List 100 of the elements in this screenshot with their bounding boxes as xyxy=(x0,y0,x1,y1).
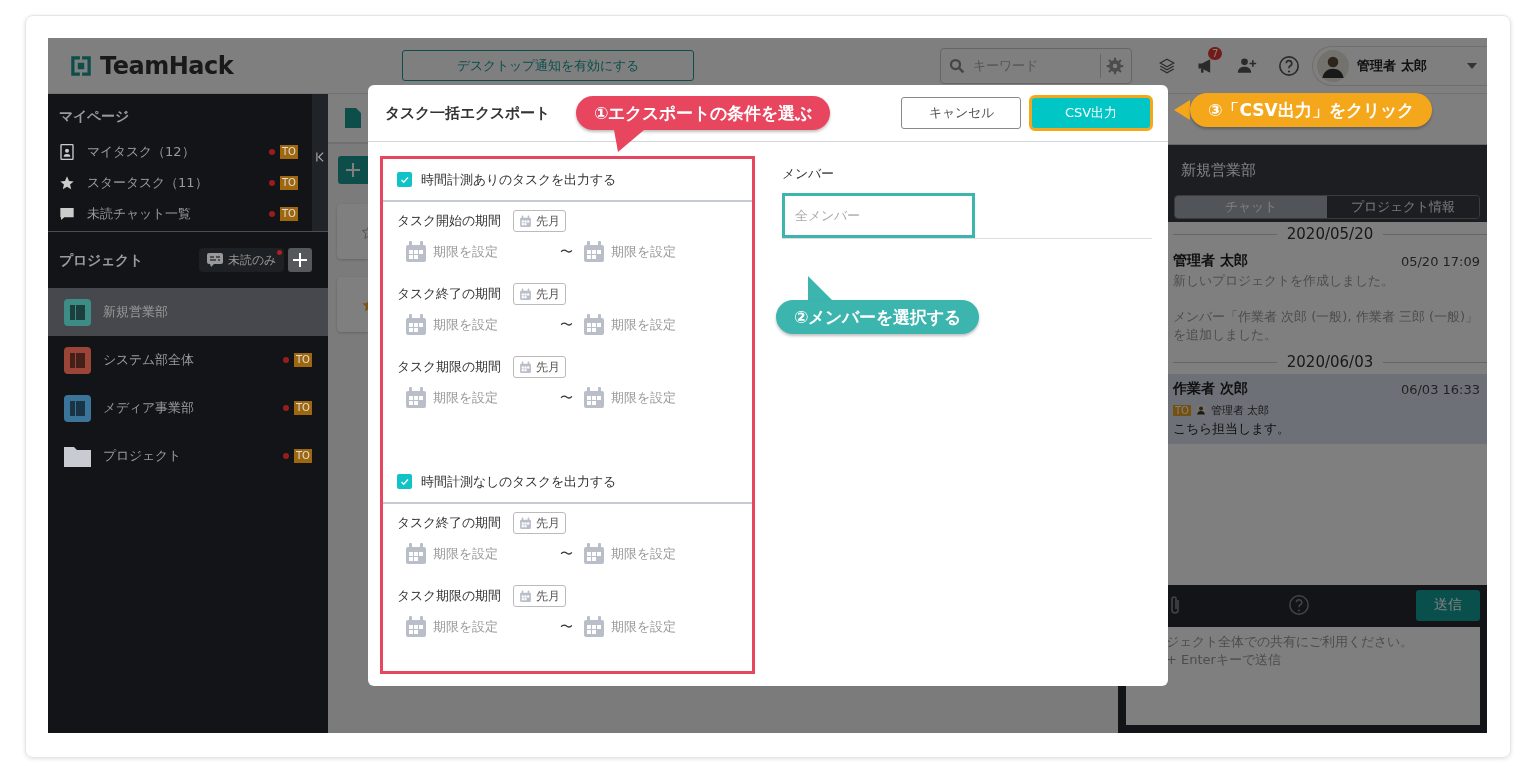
period-label: タスク開始の期間 xyxy=(397,212,501,230)
help-icon xyxy=(1288,594,1310,616)
date-picker[interactable]: 期限を設定 xyxy=(404,386,560,410)
cancel-button[interactable]: キャンセル xyxy=(901,97,1021,129)
to-badge: TO xyxy=(294,449,312,463)
logo: TeamHack xyxy=(100,51,234,80)
checkbox[interactable] xyxy=(397,172,412,187)
person-document-icon xyxy=(59,143,75,160)
calendar-icon xyxy=(519,516,532,530)
project-item[interactable]: 新規営業部 xyxy=(48,288,328,336)
sidebar-item[interactable]: スタータスク（11） TO xyxy=(48,167,312,198)
calendar-icon xyxy=(404,313,428,337)
project-item[interactable]: システム部全体 TO xyxy=(48,336,328,384)
calendar-icon xyxy=(582,615,606,639)
chat-filter-icon xyxy=(207,253,223,267)
author-name: 管理者 太郎 xyxy=(1173,252,1248,270)
to-badge: TO xyxy=(280,175,298,190)
date-picker[interactable]: 期限を設定 xyxy=(404,615,560,639)
message-time: 05/20 17:09 xyxy=(1400,253,1480,269)
calendar-icon xyxy=(519,589,532,603)
calendar-icon xyxy=(582,313,606,337)
star-icon xyxy=(59,174,75,191)
caret-icon xyxy=(1467,62,1477,69)
preset-button[interactable]: 先月 xyxy=(513,512,566,534)
dialog-title: タスク一括エクスポート xyxy=(385,103,550,123)
checkbox-label: 時間計測ありのタスクを出力する xyxy=(421,170,616,189)
author-name: 作業者 次郎 xyxy=(1173,380,1248,398)
sidebar-item[interactable]: マイタスク（12） TO xyxy=(48,136,312,167)
sidebar-item[interactable]: 未読チャット一覧 TO xyxy=(48,198,312,229)
plus-icon xyxy=(293,253,307,267)
to-badge: TO xyxy=(294,401,312,415)
project-name: 新規営業部 xyxy=(1181,160,1256,181)
message-text: こちら担当します。 xyxy=(1173,420,1291,438)
avatar-icon xyxy=(1195,404,1207,416)
date-picker[interactable]: 期限を設定 xyxy=(582,542,676,566)
paperclip-icon xyxy=(1168,595,1182,615)
calendar-icon xyxy=(404,386,428,410)
collapse-icon xyxy=(316,152,324,162)
period-label: タスク期限の期間 xyxy=(397,358,501,376)
period-label: タスク期限の期間 xyxy=(397,587,501,605)
project-item[interactable]: メディア事業部 TO xyxy=(48,384,328,432)
range-separator: 〜 xyxy=(560,243,574,261)
preset-button[interactable]: 先月 xyxy=(513,283,566,305)
help-icon xyxy=(1278,54,1301,77)
calendar-icon xyxy=(404,615,428,639)
calendar-icon xyxy=(582,386,606,410)
avatar-icon xyxy=(1317,49,1350,82)
chat-icon xyxy=(59,205,75,222)
add-task-button[interactable] xyxy=(338,156,368,184)
field-label: メンバー xyxy=(782,165,834,183)
to-badge: TO xyxy=(280,206,298,221)
date-divider: 2020/05/20 xyxy=(1286,225,1374,243)
date-picker[interactable]: 期限を設定 xyxy=(582,313,676,337)
date-picker[interactable]: 期限を設定 xyxy=(582,386,676,410)
member-field[interactable]: 全メンバー xyxy=(782,193,975,238)
to-badge: TO xyxy=(294,353,312,367)
document-icon xyxy=(345,108,361,128)
date-divider: 2020/06/03 xyxy=(1286,353,1374,371)
checkbox-label: 時間計測なしのタスクを出力する xyxy=(421,472,616,491)
section-title: プロジェクト xyxy=(59,251,143,270)
mention-name: 管理者 太郎 xyxy=(1211,402,1270,418)
unread-filter-button[interactable]: 未読のみ xyxy=(199,248,284,272)
calendar-icon xyxy=(404,240,428,264)
settings-icon xyxy=(1106,56,1125,75)
callout-pointer xyxy=(1174,100,1190,120)
range-separator: 〜 xyxy=(560,618,574,636)
folder-icon xyxy=(64,445,91,467)
section-title: マイページ xyxy=(58,107,129,126)
callout-pointer xyxy=(614,130,644,152)
period-label: タスク終了の期間 xyxy=(397,514,501,532)
task-card[interactable] xyxy=(337,277,368,332)
to-badge: TO xyxy=(1173,404,1191,416)
notification-button[interactable]: デスクトップ通知を有効にする xyxy=(402,50,695,81)
calendar-icon xyxy=(582,542,606,566)
date-picker[interactable]: 期限を設定 xyxy=(404,542,560,566)
add-project-button[interactable] xyxy=(288,248,312,272)
search-icon xyxy=(948,56,967,75)
calendar-icon xyxy=(519,287,532,301)
date-picker[interactable]: 期限を設定 xyxy=(404,313,560,337)
project-item[interactable]: プロジェクト TO xyxy=(48,432,328,480)
date-picker[interactable]: 期限を設定 xyxy=(404,240,560,264)
layers-icon xyxy=(1158,56,1177,75)
calendar-icon xyxy=(519,214,532,228)
preset-button[interactable]: 先月 xyxy=(513,356,566,378)
preset-button[interactable]: 先月 xyxy=(513,210,566,232)
period-label: タスク終了の期間 xyxy=(397,285,501,303)
calendar-icon xyxy=(404,542,428,566)
send-button[interactable]: 送信 xyxy=(1416,589,1480,621)
to-badge: TO xyxy=(280,144,298,159)
calendar-icon xyxy=(519,360,532,374)
task-card[interactable] xyxy=(337,204,368,259)
plus-icon xyxy=(346,163,360,177)
csv-export-button[interactable]: CSV出力 xyxy=(1029,95,1153,131)
range-separator: 〜 xyxy=(560,545,574,563)
callout-pointer xyxy=(808,276,832,300)
checkbox[interactable] xyxy=(397,474,412,489)
preset-button[interactable]: 先月 xyxy=(513,585,566,607)
date-picker[interactable]: 期限を設定 xyxy=(582,615,676,639)
date-picker[interactable]: 期限を設定 xyxy=(582,240,676,264)
range-separator: 〜 xyxy=(560,389,574,407)
